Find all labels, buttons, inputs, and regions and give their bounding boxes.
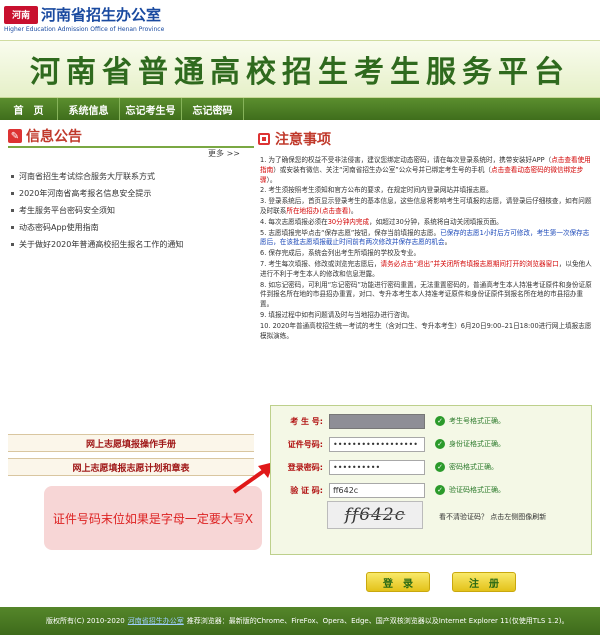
captcha-image[interactable]: ff642c bbox=[327, 501, 423, 529]
note-text: 7. 考生每次填报、修改或浏览完志愿后， bbox=[260, 259, 381, 268]
footer-copyright: 版权所有(C) 2010-2020 bbox=[46, 617, 125, 625]
exam-number-input[interactable] bbox=[329, 413, 425, 429]
note-item: 3. 登录系统后，首页显示登录考生的基本信息，这些信息将影响考生可填报的志愿，请… bbox=[260, 197, 592, 217]
banner: 河南省普通高校招生考生服务平台 bbox=[0, 40, 600, 98]
note-highlight[interactable]: 所在地招办(点击查看) bbox=[286, 207, 351, 215]
bullet-icon bbox=[11, 192, 14, 195]
more-link[interactable]: 更多 >> bbox=[208, 148, 240, 159]
password-row: 登录密码: •••••••••• ✓ 密码格式正确。 bbox=[271, 458, 498, 476]
notice-icon bbox=[258, 133, 270, 145]
exam-number-row: 考 生 号: ✓ 考生号格式正确。 bbox=[271, 412, 505, 430]
note-text: ，如超过30分钟，系统将自动关闭填报页面。 bbox=[369, 217, 503, 226]
note-text: 9. 填报过程中如有问题请及时与当地招办进行咨询。 bbox=[260, 310, 414, 319]
notes-header: 注意事项 bbox=[258, 130, 592, 148]
captcha-msg: 验证码格式正确。 bbox=[449, 486, 505, 494]
bulletin-icon: ✎ bbox=[8, 129, 22, 143]
notice-item[interactable]: 动态密码App使用指南 bbox=[8, 219, 254, 236]
exam-number-msg: 考生号格式正确。 bbox=[449, 417, 505, 425]
captcha-input[interactable]: ff642c bbox=[329, 482, 425, 498]
note-text: 。 bbox=[444, 238, 452, 247]
callout-text: 证件号码末位如果是字母一定要大写X bbox=[52, 511, 254, 526]
id-number-msg: 身份证格式正确。 bbox=[449, 440, 505, 448]
logo-subtitle: Higher Education Admission Office of Hen… bbox=[4, 26, 165, 33]
note-item: 1. 为了确保您的权益不受非法侵害，建议您绑定动态密码，请在每次登录系统时，携带… bbox=[260, 156, 592, 185]
note-item: 4. 每次志愿填报必须在30分钟内完成，如超过30分钟，系统将自动关闭填报页面。 bbox=[260, 218, 592, 228]
logo-seal-icon: 河南 bbox=[4, 5, 38, 24]
password-msg: 密码格式正确。 bbox=[449, 463, 498, 471]
notes-list: 1. 为了确保您的权益不受非法侵害，建议您绑定动态密码，请在每次登录系统时，携带… bbox=[258, 156, 592, 341]
note-item: 10. 2020年普通高校招生统一考试的考生（含对口生、专升本考生）6月20日9… bbox=[260, 322, 592, 342]
bullet-icon bbox=[11, 175, 14, 178]
note-text: ）。 bbox=[266, 175, 277, 184]
captcha-label: 验 证 码: bbox=[290, 485, 323, 495]
bullet-icon bbox=[11, 243, 14, 246]
note-text: 5. 志愿填报完毕点击“保存志愿”按钮，保存当前填报的志愿。 bbox=[260, 228, 441, 237]
guide-plan-link[interactable]: 网上志愿填报志愿计划和章表 bbox=[8, 458, 254, 476]
check-icon: ✓ bbox=[435, 439, 445, 449]
check-icon: ✓ bbox=[435, 485, 445, 495]
site-logo[interactable]: 河南 河南省招生办公室 Higher Education Admission O… bbox=[4, 4, 164, 33]
banner-title: 河南省普通高校招生考生服务平台 bbox=[30, 55, 570, 90]
nav-forgot-exam-number[interactable]: 忘记考生号 bbox=[120, 98, 182, 120]
note-item: 2. 考生须按照考生须知和官方公布的要求，在规定时间内登录网站并填报志愿。 bbox=[260, 186, 592, 196]
register-button[interactable]: 注 册 bbox=[452, 572, 516, 592]
info-title: 信息公告 bbox=[26, 129, 82, 145]
footer-link[interactable]: 河南省招生办公室 bbox=[128, 616, 184, 626]
check-icon: ✓ bbox=[435, 416, 445, 426]
id-number-input[interactable]: •••••••••••••••••• bbox=[329, 436, 425, 452]
password-label: 登录密码: bbox=[287, 462, 323, 472]
logo-title: 河南省招生办公室 bbox=[41, 6, 162, 24]
guide-manual-link[interactable]: 网上志愿填报操作手册 bbox=[8, 434, 254, 452]
password-input[interactable]: •••••••••• bbox=[329, 459, 425, 475]
note-item: 9. 填报过程中如有问题请及时与当地招办进行咨询。 bbox=[260, 311, 592, 321]
exam-number-label: 考 生 号: bbox=[290, 416, 323, 426]
note-text: 6. 保存完成后，系统会列出考生所填报的学校及专业。 bbox=[260, 249, 421, 258]
notes-title: 注意事项 bbox=[275, 132, 331, 148]
top-logo-bar: 河南 河南省招生办公室 Higher Education Admission O… bbox=[0, 0, 600, 40]
bullet-icon bbox=[11, 226, 14, 229]
note-item: 8. 如忘记密码，可利用“忘记密码”功能进行密码重置，无法重置密码的，普通高考生… bbox=[260, 281, 592, 310]
footer-recommend: 推荐浏览器：最新版的Chrome、FireFox、Opera、Edge、国产双核… bbox=[186, 617, 569, 625]
captcha-text: ff642c bbox=[344, 505, 406, 525]
captcha-refresh-hint: 看不清验证码？ 点击左侧图像刷新 bbox=[439, 513, 547, 521]
captcha-row: 验 证 码: ff642c ✓ 验证码格式正确。 bbox=[271, 481, 505, 499]
id-number-row: 证件号码: •••••••••••••••••• ✓ 身份证格式正确。 bbox=[271, 435, 505, 453]
note-text: 2. 考生须按照考生须知和官方公布的要求，在规定时间内登录网站并填报志愿。 bbox=[260, 186, 493, 195]
note-item: 7. 考生每次填报、修改或浏览完志愿后，请务必点击“退出”并关闭所有填报志愿期间… bbox=[260, 260, 592, 280]
notice-item[interactable]: 关于做好2020年普通高校招生报名工作的通知 bbox=[8, 236, 254, 253]
note-highlight: 请务必点击“退出”并关闭所有填报志愿期间打开的浏览器窗口 bbox=[380, 259, 559, 268]
note-text: 4. 每次志愿填报必须在 bbox=[260, 217, 328, 226]
note-text: ）或安装有微信、关注“河南省招生办公室”公众号并已绑定考生号的手机（ bbox=[273, 165, 492, 174]
nav-system-info[interactable]: 系统信息 bbox=[58, 98, 120, 120]
note-item: 5. 志愿填报完毕点击“保存志愿”按钮，保存当前填报的志愿。已保存的志愿1小时后… bbox=[260, 229, 592, 249]
notice-list: 河南省招生考试综合服务大厅联系方式 2020年河南省高考报名信息安全提示 考生服… bbox=[8, 168, 254, 253]
notice-item[interactable]: 2020年河南省高考报名信息安全提示 bbox=[8, 185, 254, 202]
id-number-label: 证件号码: bbox=[287, 439, 323, 449]
nav-home[interactable]: 首 页 bbox=[0, 98, 58, 120]
footer: 版权所有(C) 2010-2020 河南省招生办公室 推荐浏览器：最新版的Chr… bbox=[0, 607, 600, 635]
note-text: 1. 为了确保您的权益不受非法侵害，建议您绑定动态密码，请在每次登录系统时，携带… bbox=[260, 156, 552, 164]
login-button[interactable]: 登 录 bbox=[366, 572, 430, 592]
info-header: ✎ 信息公告 bbox=[8, 126, 254, 148]
notice-item[interactable]: 河南省招生考试综合服务大厅联系方式 bbox=[8, 168, 254, 185]
login-form: 考 生 号: ✓ 考生号格式正确。 证件号码: ••••••••••••••••… bbox=[270, 405, 592, 555]
note-highlight: 30分钟内完成 bbox=[327, 217, 370, 226]
nav-forgot-password[interactable]: 忘记密码 bbox=[182, 98, 244, 120]
notice-item[interactable]: 考生服务平台密码安全须知 bbox=[8, 202, 254, 219]
main-nav: 首 页 系统信息 忘记考生号 忘记密码 bbox=[0, 98, 600, 120]
note-text: 10. 2020年普通高校招生统一考试的考生（含对口生、专升本考生）6月20日9… bbox=[260, 321, 592, 340]
note-text: 8. 如忘记密码，可利用“忘记密码”功能进行密码重置，无法重置密码的，普通高考生… bbox=[260, 280, 592, 309]
bullet-icon bbox=[11, 209, 14, 212]
notes-panel: 注意事项 1. 为了确保您的权益不受非法侵害，建议您绑定动态密码，请在每次登录系… bbox=[258, 130, 592, 342]
note-text: 。 bbox=[350, 206, 358, 215]
note-item: 6. 保存完成后，系统会列出考生所填报的学校及专业。 bbox=[260, 249, 592, 259]
check-icon: ✓ bbox=[435, 462, 445, 472]
guide-links: 网上志愿填报操作手册 网上志愿填报志愿计划和章表 bbox=[8, 434, 254, 482]
